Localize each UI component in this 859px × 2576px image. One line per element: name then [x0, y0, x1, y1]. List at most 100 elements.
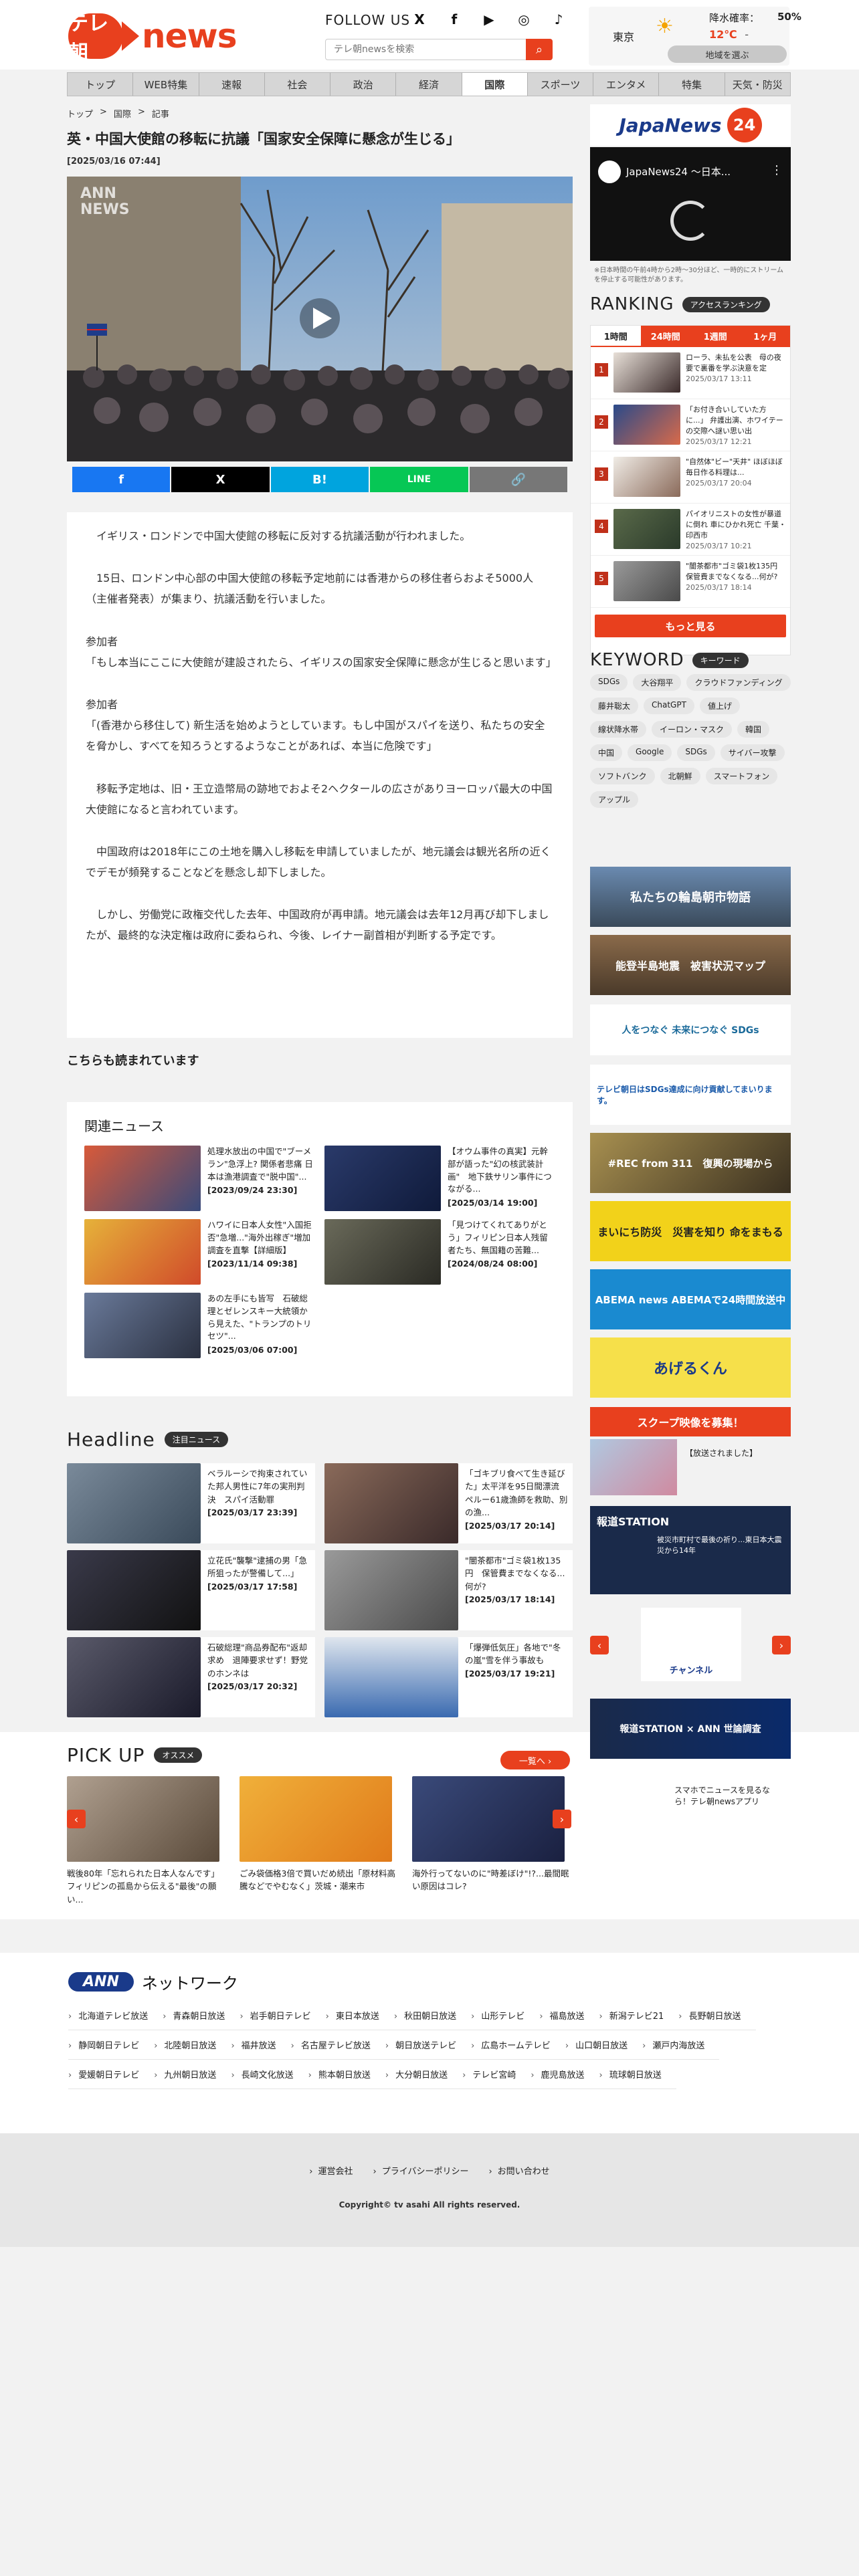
- headline-item[interactable]: 立花氏"襲撃"逮捕の男「急所狙ったが警備して...」 [2025/03/17 17…: [67, 1550, 315, 1630]
- headline-item[interactable]: 石破総理"商品券配布"返却求め 退陣要求せず！野党のホンネは [2025/03/1…: [67, 1637, 315, 1717]
- agerukun-banner[interactable]: あげるくん: [590, 1337, 791, 1398]
- station-link[interactable]: 静岡朝日テレビ: [68, 2030, 155, 2060]
- related-item[interactable]: 処理水放出の中国で"ブーメラン"急浮上? 関係者悲痛 日本は漁港調査で"脱中国"…: [84, 1146, 315, 1212]
- station-link[interactable]: 九州朝日放送: [154, 2060, 231, 2089]
- tab-1-month[interactable]: 1ヶ月: [740, 326, 790, 346]
- footer-link-company[interactable]: 運営会社: [309, 2164, 353, 2177]
- keyword-tag[interactable]: アップル: [590, 791, 639, 808]
- footer-link-contact[interactable]: お問い合わせ: [488, 2164, 550, 2177]
- headline-item[interactable]: ベラルーシで拘束されていた邦人男性に7年の実刑判決 スパイ活動罪 [2025/03…: [67, 1463, 315, 1543]
- nav-item-international[interactable]: 国際: [462, 73, 528, 96]
- keyword-tag[interactable]: 値上げ: [699, 697, 740, 714]
- related-item[interactable]: 「見つけてくれてありがとう」フィリピン日本人残留者たち、無国籍の苦難... [20…: [324, 1219, 555, 1286]
- nav-item-weather[interactable]: 天気・防災: [725, 73, 790, 96]
- keyword-tag[interactable]: 韓国: [737, 721, 770, 738]
- station-link[interactable]: 朝日放送テレビ: [385, 2030, 472, 2060]
- keyword-tag[interactable]: 北朝鮮: [660, 768, 700, 784]
- share-hatena-button[interactable]: B!: [270, 467, 369, 492]
- station-link[interactable]: 大分朝日放送: [385, 2060, 463, 2089]
- station-link[interactable]: 熊本朝日放送: [308, 2060, 385, 2089]
- nav-item-politics[interactable]: 政治: [330, 73, 397, 96]
- keyword-tag[interactable]: イーロン・マスク: [652, 721, 733, 738]
- article-video[interactable]: ANN NEWS: [67, 177, 573, 461]
- pickup-item[interactable]: 海外行ってないのに"時差ぼけ"!?...最間眠い原因はコレ?: [412, 1776, 573, 1906]
- related-item[interactable]: ハワイに日本人女性"入国拒否"急増..."海外出稼ぎ"増加 調査を直撃【詳細版】…: [84, 1219, 319, 1286]
- related-item[interactable]: 【オウム事件の真実】元幹部が語った"幻の核武装計画" 地下鉄サリン事件につながる…: [324, 1146, 555, 1212]
- station-link[interactable]: 愛媛朝日テレビ: [68, 2060, 155, 2089]
- station-link[interactable]: 福島放送: [539, 2001, 599, 2030]
- damage-map-banner[interactable]: 能登半島地震 被害状況マップ: [590, 935, 791, 995]
- hodo-station-banner[interactable]: 報道STATION 被災市町村で最後の祈り...東日本大震災から14年: [590, 1506, 791, 1594]
- ranking-item[interactable]: 2 「お付き合いしていた方に...」 弁護出演、ホワイテーの交際へ謎い思い出 20…: [591, 399, 790, 451]
- japanews24-player[interactable]: JapaNews24 ～日本... ⋮: [590, 147, 791, 261]
- keyword-tag[interactable]: SDGs: [590, 674, 628, 691]
- nav-item-special[interactable]: 特集: [659, 73, 725, 96]
- keyword-tag[interactable]: クラウドファンディング: [686, 674, 791, 691]
- station-link[interactable]: 山形テレビ: [471, 2001, 540, 2030]
- nav-item-breaking[interactable]: 速報: [199, 73, 265, 96]
- keyword-tag[interactable]: 線状降水帯: [590, 721, 647, 738]
- channel-banner[interactable]: チャンネル: [641, 1608, 741, 1681]
- station-link[interactable]: 琉球朝日放送: [599, 2060, 676, 2089]
- search-button[interactable]: ⌕: [526, 39, 553, 60]
- keyword-tag[interactable]: SDGs: [677, 744, 715, 761]
- related-item[interactable]: あの左手にも皆写 石破総理とゼレンスキー大統領から見えた、"トランプのトリセツ"…: [84, 1293, 315, 1360]
- keyword-tag[interactable]: サイバー攻撃: [720, 744, 785, 761]
- nav-item-society[interactable]: 社会: [265, 73, 331, 96]
- facebook-icon[interactable]: f: [444, 9, 464, 29]
- pickup-prev-button[interactable]: ‹: [67, 1810, 86, 1828]
- station-link[interactable]: 新潟テレビ21: [599, 2001, 679, 2030]
- nav-item-entertainment[interactable]: エンタメ: [593, 73, 660, 96]
- scoop-thumbnail[interactable]: [590, 1439, 677, 1495]
- keyword-tag[interactable]: Google: [628, 744, 672, 761]
- ranking-item[interactable]: 5 "闇茶都市"ゴミ袋1枚135円 保管費までなくなる...何が? 2025/03…: [591, 556, 790, 608]
- headline-item[interactable]: 「ゴキブリ食べて生き延びた」太平洋を95日間漂流 ペルー61歳漁師を救助、別の漁…: [324, 1463, 573, 1543]
- instagram-icon[interactable]: ◎: [514, 9, 534, 29]
- nav-item-web-feature[interactable]: WEB特集: [133, 73, 199, 96]
- station-link[interactable]: 名古屋テレビ放送: [290, 2030, 385, 2060]
- station-link[interactable]: 福井放送: [231, 2030, 291, 2060]
- channel-next-button[interactable]: ›: [772, 1636, 791, 1654]
- region-select-button[interactable]: 地域を選ぶ: [668, 45, 787, 63]
- share-line-button[interactable]: LINE: [370, 467, 468, 492]
- station-link[interactable]: 瀬戸内海放送: [642, 2030, 720, 2060]
- footer-link-privacy[interactable]: プライバシーポリシー: [373, 2164, 469, 2177]
- x-icon[interactable]: X: [409, 9, 430, 29]
- headline-item[interactable]: 「爆弾低気圧」各地で"冬の嵐"雪を伴う事故も [2025/03/17 19:21]: [324, 1637, 573, 1717]
- ranking-item[interactable]: 1 ローラ、未払を公表 母の夜要で裏番を学ぶ決意を定 2025/03/17 13:…: [591, 347, 790, 399]
- keyword-tag[interactable]: 藤井聡太: [590, 697, 639, 714]
- sdgs-banner[interactable]: 人をつなぐ 未来につなぐ SDGs: [590, 1004, 791, 1055]
- site-logo[interactable]: テレ朝 news: [68, 12, 237, 65]
- tab-1-hour[interactable]: 1時間: [591, 326, 641, 346]
- sdgs-contribution-banner[interactable]: テレビ朝日はSDGs達成に向け貢献してまいります。: [590, 1065, 791, 1125]
- abema-banner[interactable]: ABEMA news ABEMAで24時間放送中: [590, 1269, 791, 1329]
- ranking-item[interactable]: 4 パイオリニストの女性が暴道に倒れ 車にひかれ死亡 千葉・印西市 2025/03…: [591, 504, 790, 556]
- share-facebook-button[interactable]: f: [72, 467, 171, 492]
- ranking-more-button[interactable]: もっと見る: [595, 615, 786, 637]
- japanews24-banner[interactable]: JapaNews 24: [590, 104, 791, 146]
- breadcrumb-international[interactable]: 国際: [114, 107, 131, 120]
- nav-item-sports[interactable]: スポーツ: [528, 73, 594, 96]
- station-link[interactable]: 秋田朝日放送: [393, 2001, 472, 2030]
- headline-item[interactable]: "闇茶都市"ゴミ袋1枚135円 保管費までなくなる...何が? [2025/03/…: [324, 1550, 573, 1630]
- share-x-button[interactable]: X: [171, 467, 270, 492]
- station-link[interactable]: 北海道テレビ放送: [68, 2001, 163, 2030]
- app-banner[interactable]: スマホでニュースを見るなら！テレ朝newsアプリ: [590, 1765, 791, 1826]
- pickup-more-button[interactable]: 一覧へ ›: [500, 1751, 570, 1769]
- ranking-item[interactable]: 3 "自然体"ビー"天井" ほぼほぼ毎日作る料理は... 2025/03/17 2…: [591, 451, 790, 504]
- keyword-tag[interactable]: スマートフォン: [705, 768, 778, 784]
- station-link[interactable]: 岩手朝日テレビ: [240, 2001, 326, 2030]
- nav-item-top[interactable]: トップ: [68, 73, 134, 96]
- channel-prev-button[interactable]: ‹: [590, 1636, 609, 1654]
- tab-1-week[interactable]: 1週間: [690, 326, 741, 346]
- share-link-button[interactable]: 🔗: [469, 467, 568, 492]
- bousai-banner[interactable]: まいにち防災 災害を知り 命をまもる: [590, 1201, 791, 1261]
- keyword-tag[interactable]: ソフトバンク: [590, 768, 655, 784]
- station-link[interactable]: 東日本放送: [325, 2001, 394, 2030]
- keyword-tag[interactable]: 大谷翔平: [633, 674, 682, 691]
- rec-311-banner[interactable]: #REC from 311 復興の現場から: [590, 1133, 791, 1193]
- keyword-tag[interactable]: 中国: [590, 744, 623, 761]
- nav-item-economy[interactable]: 経済: [396, 73, 462, 96]
- pickup-next-button[interactable]: ›: [553, 1810, 571, 1828]
- station-link[interactable]: 鹿児島放送: [531, 2060, 599, 2089]
